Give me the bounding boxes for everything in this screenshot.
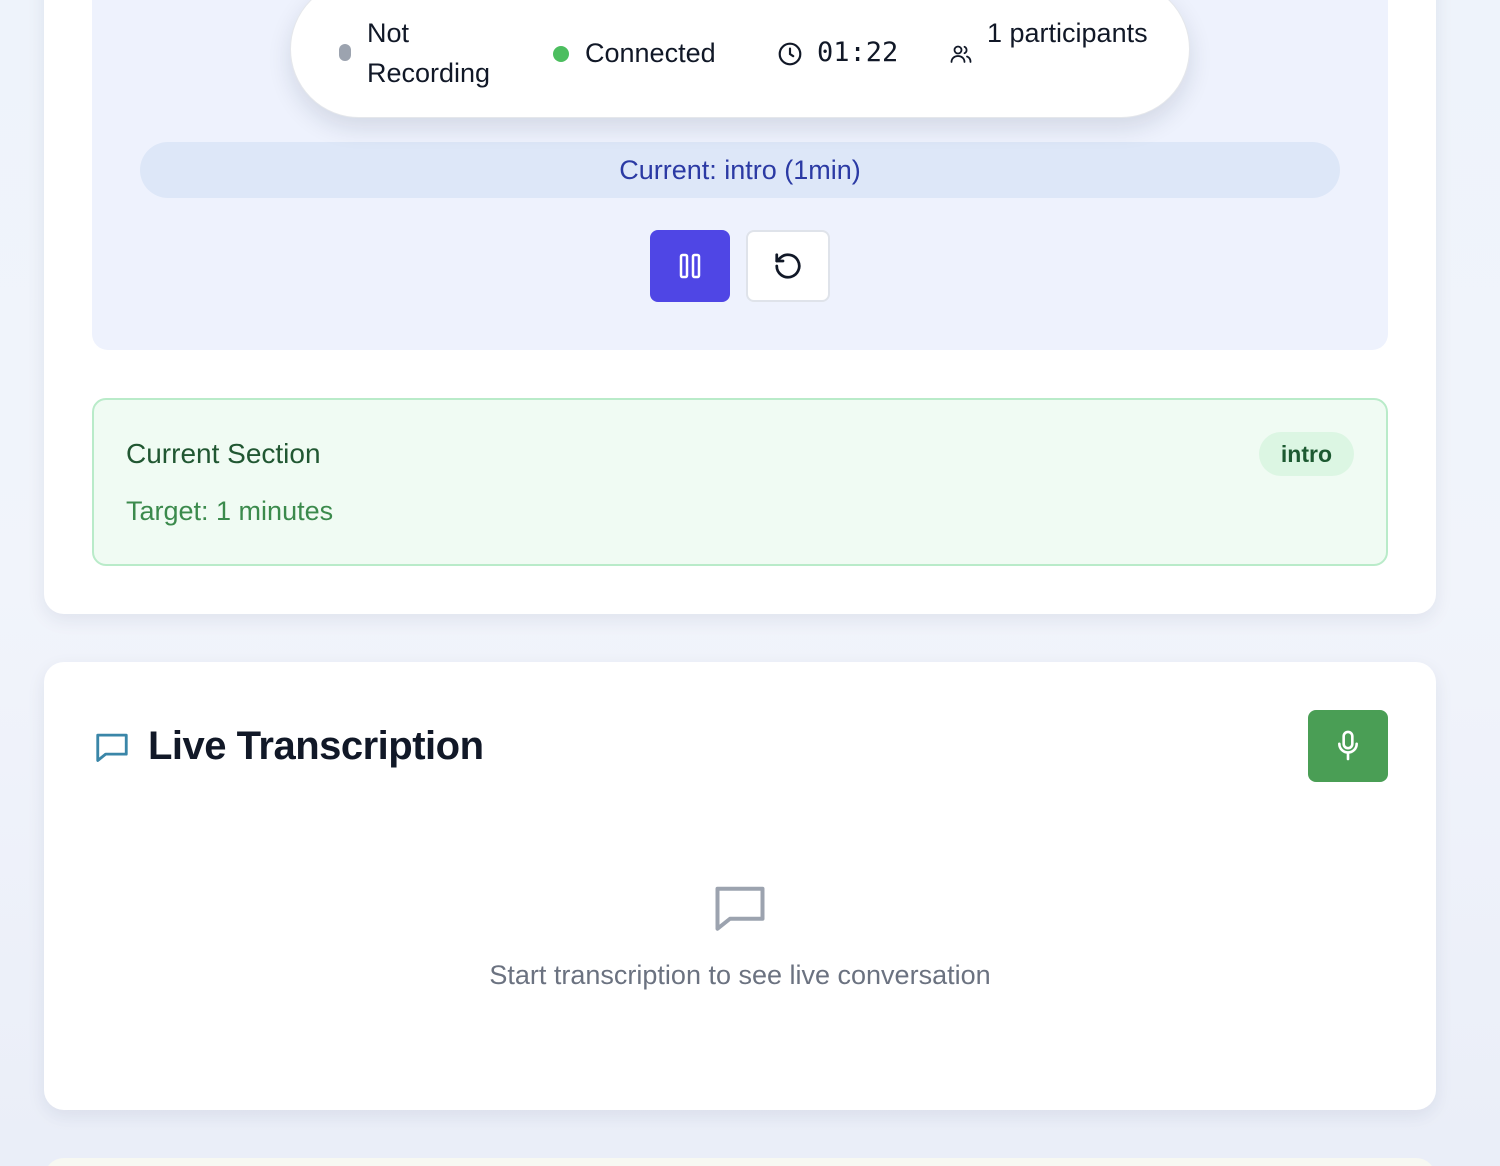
next-card: [44, 1158, 1436, 1166]
recording-status: Not Recording: [367, 18, 491, 88]
section-badge: intro: [1258, 432, 1354, 476]
participants-count: 1 participants: [987, 18, 1148, 48]
page: Current: intro (1min) Current Section Ta…: [0, 0, 1500, 1166]
users-icon: [950, 45, 972, 63]
current-section-box: Current Section Target: 1 minutes intro: [92, 398, 1388, 566]
section-target: Target: 1 minutes: [126, 496, 334, 526]
message-square-icon: [96, 733, 128, 762]
start-transcription-button[interactable]: [1308, 710, 1388, 782]
empty-state-message-icon: [715, 886, 765, 931]
elapsed-time: 01:22: [817, 37, 899, 68]
section-title: Current Section: [126, 438, 321, 469]
empty-state-message: Start transcription to see live conversa…: [489, 960, 991, 990]
transcription-card: Live Transcription Start transcription t…: [44, 662, 1436, 1110]
transcription-title: Live Transcription: [148, 724, 484, 768]
timer-controls: [92, 230, 1388, 302]
connection-indicator-dot: [553, 46, 569, 62]
connection-status: Connected: [585, 38, 716, 68]
pause-button[interactable]: [650, 230, 730, 302]
status-bar: Not Recording Connected 01:22 1 particip…: [290, 0, 1190, 118]
clock-icon: [778, 42, 802, 66]
rotate-ccw-icon: [775, 253, 801, 279]
recording-indicator-dot: [339, 44, 351, 61]
microphone-icon: [1338, 730, 1358, 761]
pause-icon: [679, 253, 701, 279]
reset-button[interactable]: [746, 230, 830, 302]
current-section-pill: Current: intro (1min): [140, 142, 1340, 198]
